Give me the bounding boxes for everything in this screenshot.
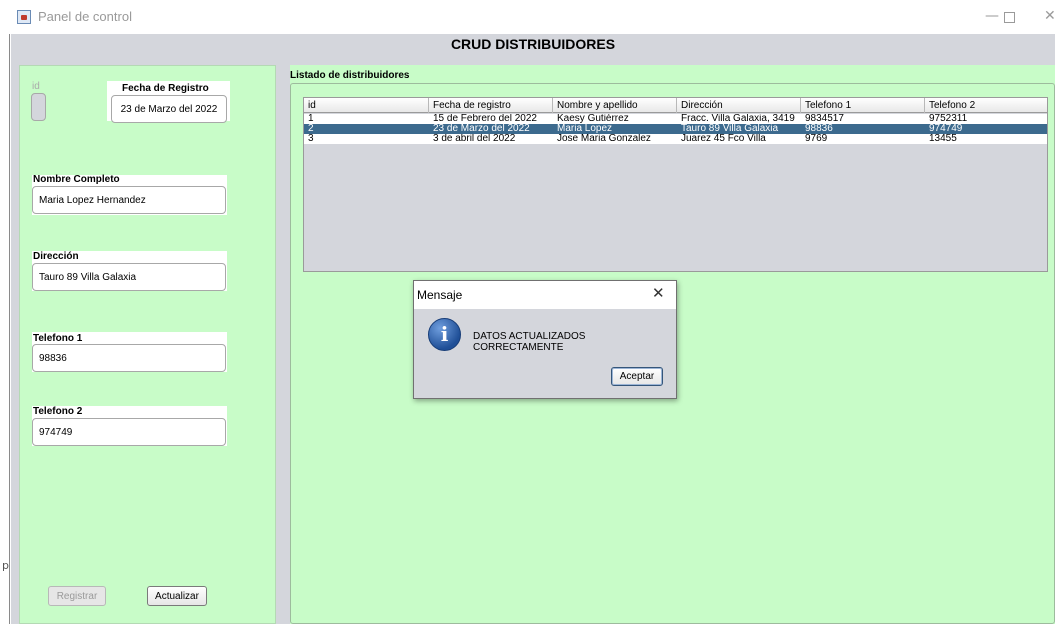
column-header-id[interactable]: id: [304, 98, 429, 113]
fecha-field[interactable]: 23 de Marzo del 2022: [111, 95, 227, 123]
table-row[interactable]: 3 3 de abril del 2022 Jose Maria Gonzalez J…: [304, 134, 1047, 144]
aceptar-button[interactable]: Aceptar: [611, 367, 663, 386]
direccion-label: Dirección: [33, 251, 79, 262]
table-row[interactable]: 2 23 de Marzo del 2022 Maria Lopez Tauro 89…: [304, 124, 1047, 134]
id-field[interactable]: [31, 93, 46, 121]
registrar-button[interactable]: Registrar: [48, 586, 106, 606]
info-icon-glyph: i: [440, 322, 449, 346]
window-titlebar: Panel de control — ✕: [0, 0, 1055, 34]
maximize-icon[interactable]: [1004, 12, 1015, 23]
dialog-message: DATOS ACTUALIZADOS CORRECTAMENTE: [473, 331, 586, 353]
cell-direccion: Fracc. Villa Galaxia, 3419: [681, 114, 795, 124]
cell-id: 1: [308, 114, 314, 124]
cell-telefono1: 9834517: [805, 114, 844, 124]
message-dialog: Mensaje ✕ i DATOS ACTUALIZADOS CORRECTAM…: [413, 280, 677, 399]
close-icon[interactable]: ✕: [1044, 8, 1055, 24]
dialog-title: Mensaje: [417, 288, 463, 302]
cell-telefono2: 974749: [929, 124, 963, 134]
table-header: id Fecha de registro Nombre y apellido D…: [304, 98, 1047, 113]
java-app-icon: [17, 10, 31, 24]
info-icon: i: [428, 318, 461, 351]
page-title: CRUD DISTRIBUIDORES: [450, 36, 616, 52]
telefono2-label: Telefono 2: [33, 406, 83, 417]
cell-nombre: Kaesy Gutiérrez: [557, 114, 629, 124]
column-header-direccion[interactable]: Dirección: [677, 98, 801, 113]
cell-nombre: Maria Lopez: [557, 124, 613, 134]
dialog-titlebar: Mensaje ✕: [414, 281, 676, 309]
telefono1-field[interactable]: 98836: [32, 344, 226, 372]
direccion-field[interactable]: Tauro 89 Villa Galaxia: [32, 263, 226, 291]
window-left-edge: p: [0, 34, 10, 624]
cell-id: 3: [308, 134, 314, 144]
cell-nombre: Jose Maria Gonzalez: [557, 134, 651, 144]
distribuidores-table: id Fecha de registro Nombre y apellido D…: [303, 97, 1048, 272]
cell-fecha: 15 de Febrero del 2022: [433, 114, 537, 124]
cell-telefono1: 9769: [805, 134, 828, 144]
column-header-nombre[interactable]: Nombre y apellido: [553, 98, 677, 113]
window-title: Panel de control: [38, 9, 132, 24]
cell-direccion: Juarez 45 Fco Villa: [681, 134, 766, 144]
cell-id: 2: [308, 124, 314, 134]
column-header-telefono1[interactable]: Telefono 1: [801, 98, 925, 113]
actualizar-button[interactable]: Actualizar: [147, 586, 207, 606]
id-label: id: [32, 81, 40, 92]
side-mark-text: p: [2, 559, 9, 572]
list-title: Listado de distribuidores: [290, 70, 410, 81]
fecha-label: Fecha de Registro: [122, 83, 209, 94]
cell-fecha: 3 de abril del 2022: [433, 134, 516, 144]
column-header-telefono2[interactable]: Telefono 2: [925, 98, 1047, 113]
table-row[interactable]: 1 15 de Febrero del 2022 Kaesy Gutiérrez Fr…: [304, 114, 1047, 124]
column-header-fecha[interactable]: Fecha de registro: [429, 98, 553, 113]
nombre-label: Nombre Completo: [33, 174, 120, 185]
minimize-icon[interactable]: —: [985, 8, 999, 24]
dialog-close-icon[interactable]: ✕: [652, 284, 665, 302]
cell-fecha: 23 de Marzo del 2022: [433, 124, 530, 134]
nombre-field[interactable]: Maria Lopez Hernandez: [32, 186, 226, 214]
telefono2-field[interactable]: 974749: [32, 418, 226, 446]
cell-direccion: Tauro 89 Villa Galaxia: [681, 124, 779, 134]
telefono1-label: Telefono 1: [33, 333, 83, 344]
cell-telefono2: 13455: [929, 134, 957, 144]
cell-telefono2: 9752311: [929, 114, 968, 124]
form-panel: id Fecha de Registro 23 de Marzo del 202…: [19, 65, 276, 624]
cell-telefono1: 98836: [805, 124, 833, 134]
